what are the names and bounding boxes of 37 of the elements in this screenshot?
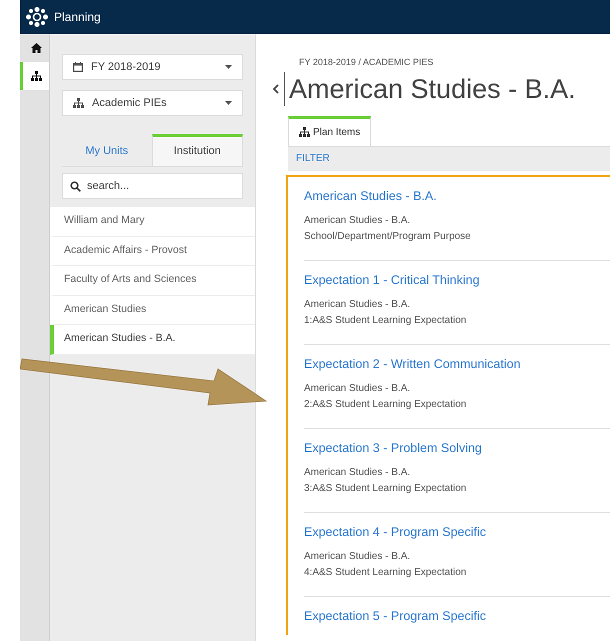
plan-item-link[interactable]: Expectation 5 - Program Specific	[304, 606, 486, 626]
plan-item-details: American Studies - B.A. School/Department/Program Purpose	[304, 214, 472, 244]
calendar-icon	[73, 62, 83, 72]
plan-item-details: American Studies - B.A. 2:A&S Student Learning Expectation	[304, 382, 468, 412]
unit-list-item[interactable]: American Studies - B.A.	[50, 325, 255, 354]
breadcrumb: FY 2018-2019 / ACADEMIC PIES	[299, 56, 434, 69]
selector-dropdown[interactable]: Academic PIEs	[62, 90, 243, 116]
search-icon	[70, 181, 81, 192]
plan-item-link[interactable]: Expectation 1 - Critical Thinking	[304, 270, 480, 290]
search-field[interactable]: search...	[62, 173, 243, 199]
unit-list-item[interactable]: William and Mary	[50, 207, 255, 236]
caret-icon	[225, 101, 232, 105]
plan-item-link[interactable]: Expectation 2 - Written Communication	[304, 354, 521, 374]
unit-list-item[interactable]: Faculty of Arts and Sciences	[50, 266, 255, 296]
hierarchy-icon	[299, 127, 310, 137]
app-title: Planning	[54, 9, 101, 26]
unit-list-item[interactable]: American Studies	[50, 296, 255, 325]
plan-item-details: American Studies - B.A. 1:A&S Student Learning Expectation	[304, 298, 468, 328]
plan-item-link[interactable]: American Studies - B.A.	[304, 186, 437, 206]
network-logo-icon	[26, 7, 48, 27]
unit-tab[interactable]: Institution	[152, 134, 243, 166]
plan-item-details: American Studies - B.A. 4:A&S Student Learning Expectation	[304, 550, 468, 580]
plan-item-link[interactable]: Expectation 4 - Program Specific	[304, 522, 486, 542]
caret-icon	[225, 65, 232, 69]
rail-hierarchy-button[interactable]	[20, 62, 49, 90]
hierarchy-icon	[73, 98, 84, 108]
page-title: American Studies - B.A.	[284, 72, 576, 106]
home-icon	[30, 43, 42, 53]
hierarchy-icon	[30, 71, 42, 81]
filter-link[interactable]: FILTER	[296, 151, 330, 166]
unit-tab[interactable]: My Units	[62, 134, 152, 166]
plan-items-tab[interactable]: Plan Items	[288, 116, 372, 146]
selector-dropdown[interactable]: FY 2018-2019	[62, 54, 243, 80]
plan-item-link[interactable]: Expectation 3 - Problem Solving	[304, 438, 482, 458]
plan-item-details: American Studies - B.A. 3:A&S Student Learning Expectation	[304, 466, 468, 496]
back-chevron-icon[interactable]	[272, 82, 280, 94]
unit-list-item[interactable]: Academic Affairs - Provost	[50, 236, 255, 266]
